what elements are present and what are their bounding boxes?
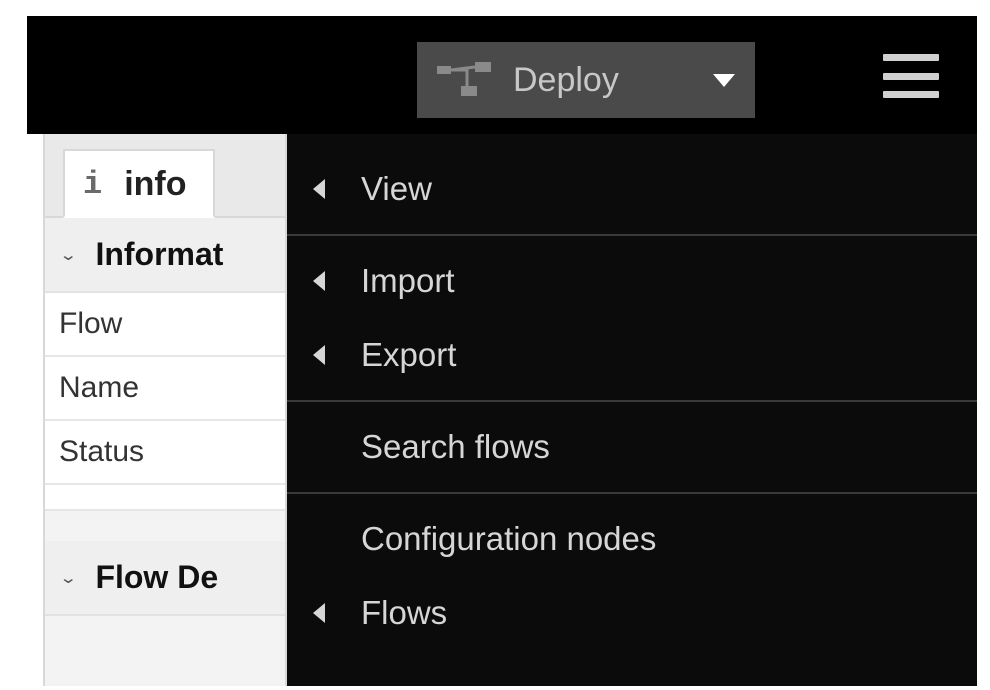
section-flow-description[interactable]: ⌄ Flow De xyxy=(45,541,285,616)
info-row-name: Name xyxy=(45,357,285,421)
submenu-arrow-icon xyxy=(313,603,325,623)
section-information[interactable]: ⌄ Informat xyxy=(45,218,285,293)
menu-item-view[interactable]: View xyxy=(287,152,977,226)
caret-down-icon xyxy=(713,74,735,87)
info-row-status: Status xyxy=(45,421,285,485)
menu-item-import[interactable]: Import xyxy=(287,244,977,318)
menu-item-configuration-nodes[interactable]: Configuration nodes xyxy=(287,502,977,576)
menu-separator xyxy=(287,234,977,236)
info-row-flow: Flow xyxy=(45,293,285,357)
section-information-title: Informat xyxy=(95,236,223,273)
deploy-button[interactable]: Deploy xyxy=(417,42,755,118)
menu-item-flows[interactable]: Flows xyxy=(287,576,977,650)
menu-separator xyxy=(287,492,977,494)
info-icon: i xyxy=(83,166,102,203)
sidebar-tab-strip: i info xyxy=(45,134,285,218)
submenu-arrow-icon xyxy=(313,271,325,291)
menu-item-export[interactable]: Export xyxy=(287,318,977,392)
info-label-name: Name xyxy=(59,371,139,404)
menu-item-label: Flows xyxy=(361,594,447,632)
menu-item-label: Configuration nodes xyxy=(361,520,656,558)
deploy-icon xyxy=(437,62,493,98)
submenu-arrow-icon xyxy=(313,345,325,365)
info-sidebar: i info ⌄ Informat Flow Name Status ⌄ Flo… xyxy=(43,134,287,686)
menu-item-label: Export xyxy=(361,336,456,374)
menu-separator xyxy=(287,400,977,402)
info-label-status: Status xyxy=(59,435,144,468)
chevron-down-icon: ⌄ xyxy=(59,245,77,263)
menu-item-label: Import xyxy=(361,262,455,300)
menu-item-label: Search flows xyxy=(361,428,550,466)
header-bar: Deploy xyxy=(27,16,977,134)
tab-info[interactable]: i info xyxy=(63,149,215,218)
submenu-arrow-icon xyxy=(313,179,325,199)
tab-info-label: info xyxy=(124,165,186,204)
section-flow-description-title: Flow De xyxy=(95,559,218,596)
hamburger-menu-button[interactable] xyxy=(883,54,939,98)
info-label-flow: Flow xyxy=(59,307,122,340)
menu-item-search-flows[interactable]: Search flows xyxy=(287,410,977,484)
main-menu-dropdown: View Import Export Search flows Configur… xyxy=(287,134,977,686)
chevron-down-icon: ⌄ xyxy=(59,568,77,586)
menu-item-label: View xyxy=(361,170,432,208)
deploy-button-label: Deploy xyxy=(513,61,695,100)
spacer-row xyxy=(45,485,285,511)
